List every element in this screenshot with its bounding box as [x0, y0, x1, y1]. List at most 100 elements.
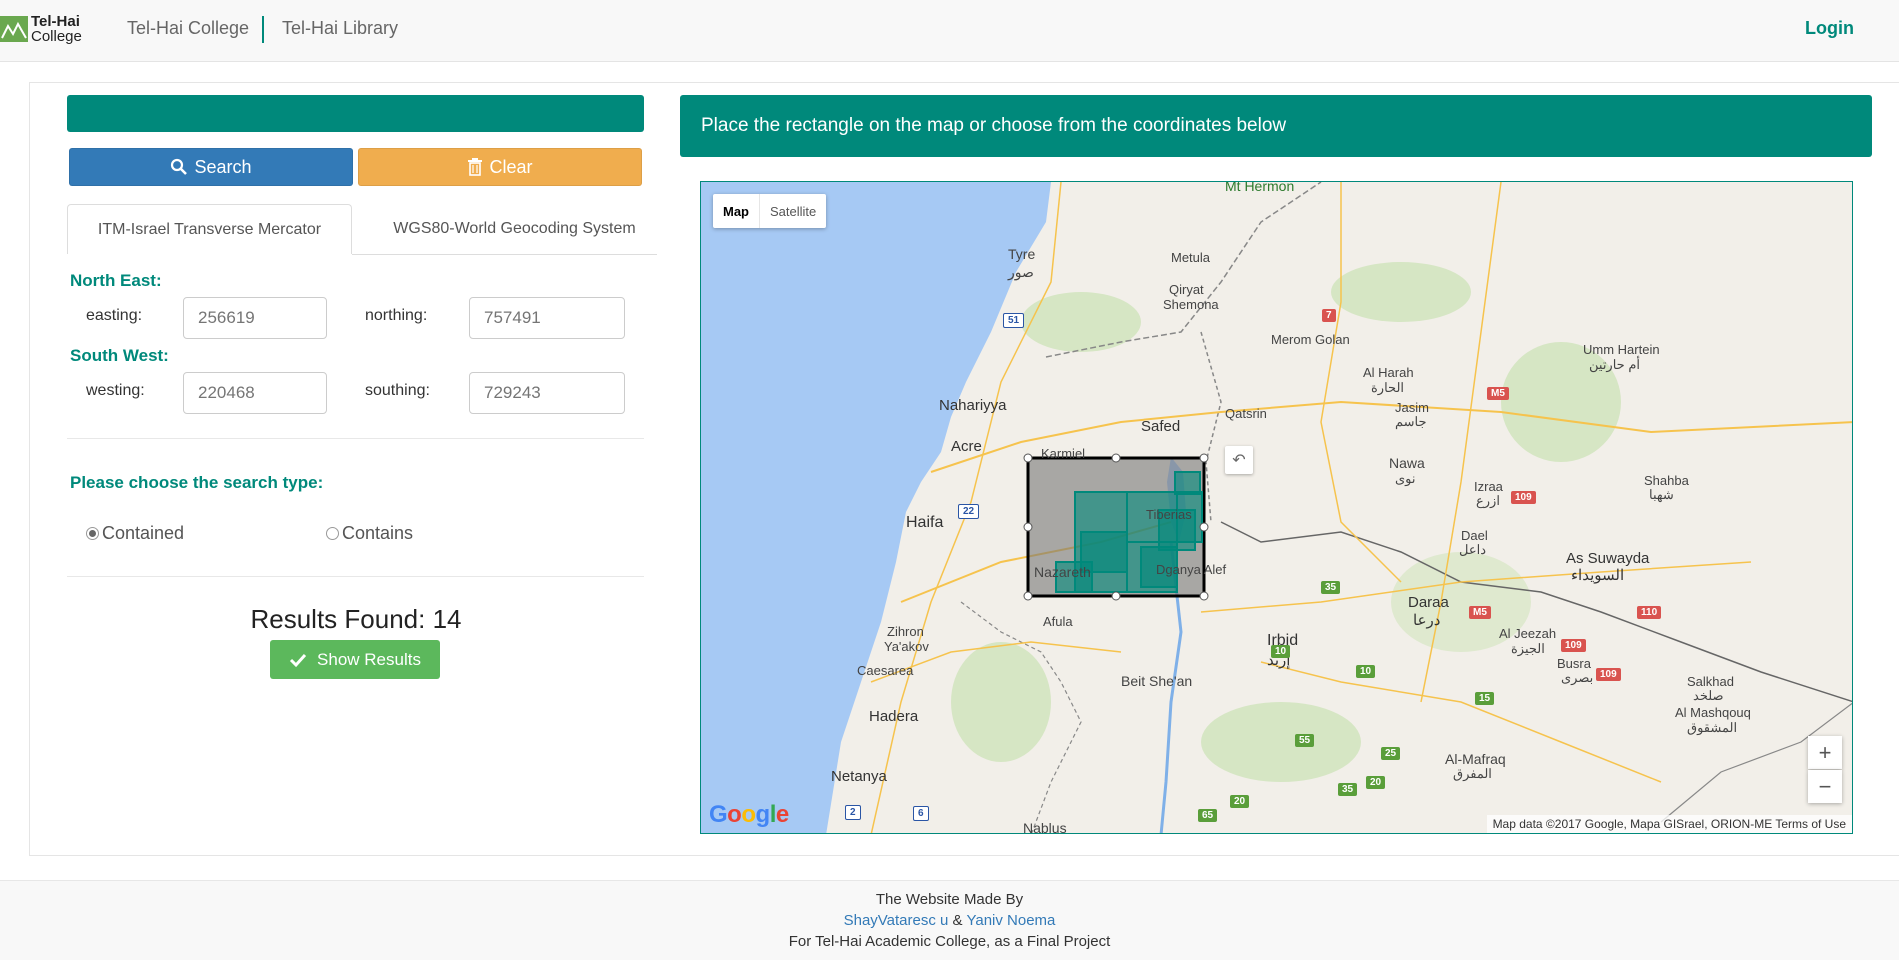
easting-input[interactable] [183, 297, 327, 339]
place-label: Karmiel [1041, 446, 1086, 461]
road-shield: 25 [1381, 747, 1401, 760]
radio-contained-label: Contained [102, 523, 185, 543]
map-view[interactable]: Map Satellite ↶ Mt Hermon Tyre صور Metul… [700, 181, 1853, 834]
map-type-map[interactable]: Map [713, 194, 760, 228]
easting-label: easting: [86, 307, 143, 324]
nav-separator [262, 16, 264, 43]
show-results-button[interactable]: Show Results [270, 640, 440, 679]
southing-input[interactable] [469, 372, 625, 414]
road-shield: 110 [1637, 606, 1662, 619]
radio-contained-dot[interactable] [86, 527, 99, 540]
road-shield: 7 [1322, 309, 1336, 322]
place-label: Shahba [1644, 473, 1689, 488]
place-label: Al Jeezah [1499, 626, 1557, 641]
tab-divider [352, 254, 657, 255]
place-label: Afula [1043, 614, 1073, 629]
place-label: Busra [1557, 656, 1591, 671]
road-shield: 65 [1198, 809, 1218, 822]
place-label: نوى [1395, 471, 1416, 486]
place-label: المشقوق [1687, 720, 1738, 735]
place-label: Tyre [1008, 246, 1036, 262]
place-label: Netanya [831, 768, 887, 785]
college-logo[interactable]: Tel-Hai College [0, 13, 82, 45]
check-icon [289, 653, 307, 667]
footer-authors: ShayVataresc u & Yaniv Noema [0, 910, 1899, 931]
place-label: Qatsrin [1225, 406, 1267, 421]
footer: The Website Made By ShayVataresc u & Yan… [0, 880, 1899, 960]
road-shield: M5 [1469, 606, 1491, 619]
logo-line1: Tel-Hai [31, 13, 80, 30]
author2-link[interactable]: Yaniv Noema [966, 912, 1055, 929]
map-type-control: Map Satellite [713, 194, 827, 228]
road-shield: 109 [1596, 668, 1621, 681]
place-label: Nazareth [1034, 564, 1091, 580]
search-type-label: Please choose the search type: [70, 473, 324, 492]
place-label: Beit She'an [1121, 673, 1193, 689]
place-label: Zihron [887, 624, 924, 639]
tab-itm[interactable]: ITM-Israel Transverse Mercator [67, 204, 352, 254]
place-label: جاسم [1395, 414, 1427, 429]
road-shield: 6 [913, 806, 929, 821]
place-label: Nablus [1023, 820, 1067, 834]
zoom-out-button[interactable]: − [1808, 770, 1842, 803]
trash-icon [468, 158, 483, 176]
top-navbar: Tel-Hai College Tel-Hai College Tel-Hai … [0, 0, 1899, 62]
place-label: Hadera [869, 708, 919, 725]
place-label: Ya'akov [884, 639, 929, 654]
radio-contains[interactable]: Contains [326, 523, 413, 544]
footer-line1: The Website Made By [875, 891, 1024, 908]
map-base-layer [701, 182, 1852, 833]
search-button-label: Search [194, 156, 252, 177]
place-label: السويداء [1571, 567, 1625, 584]
zoom-in-button[interactable]: + [1808, 736, 1842, 769]
place-label: Nahariyya [939, 397, 1007, 414]
road-shield: M5 [1487, 387, 1509, 400]
undo-icon[interactable]: ↶ [1225, 446, 1253, 474]
place-label: Al Mashqouq [1675, 705, 1751, 720]
north-east-label: North East: [70, 271, 162, 290]
place-label: Izraa [1474, 479, 1503, 494]
logo-text: Tel-Hai College [31, 14, 82, 44]
road-shield: 55 [1295, 734, 1315, 747]
place-label: Haifa [906, 514, 944, 531]
road-shield: 20 [1366, 776, 1386, 789]
place-label: Umm Hartein [1583, 342, 1660, 357]
left-panel-header [67, 95, 644, 132]
road-shield: 20 [1230, 795, 1250, 808]
map-type-satellite[interactable]: Satellite [760, 194, 826, 228]
northing-input[interactable] [469, 297, 625, 339]
place-label: ازرع [1476, 493, 1500, 508]
place-label: Jasim [1395, 400, 1429, 415]
place-label: Shemona [1163, 297, 1219, 312]
place-label: Metula [1171, 250, 1211, 265]
road-shield: 22 [958, 504, 980, 519]
nav-link-college[interactable]: Tel-Hai College [127, 18, 249, 39]
place-label: الجيزة [1511, 641, 1545, 656]
place-label: Al-Mafraq [1445, 751, 1506, 767]
clear-button[interactable]: Clear [358, 148, 642, 186]
road-shield: 10 [1271, 645, 1291, 658]
place-label: Al Harah [1363, 365, 1414, 380]
westing-input[interactable] [183, 372, 327, 414]
radio-contains-dot[interactable] [326, 527, 339, 540]
show-results-label: Show Results [317, 649, 421, 669]
place-label: Acre [951, 438, 982, 455]
tab-wgs80[interactable]: WGS80-World Geocoding System [372, 204, 657, 254]
road-shield: 35 [1321, 581, 1341, 594]
place-label: بصرى [1561, 670, 1594, 685]
place-label: داعل [1459, 542, 1487, 557]
radio-contained[interactable]: Contained [86, 523, 184, 544]
logo-mountain-icon [0, 16, 28, 42]
place-label: صلخد [1693, 688, 1724, 703]
south-west-label: South West: [70, 346, 169, 365]
nav-link-library[interactable]: Tel-Hai Library [282, 18, 398, 39]
place-label: المفرق [1453, 766, 1492, 781]
login-link[interactable]: Login [1805, 18, 1854, 39]
search-button[interactable]: Search [69, 148, 353, 186]
westing-label: westing: [86, 382, 145, 399]
map-attribution[interactable]: Map data ©2017 Google, Mapa GISrael, ORI… [1486, 815, 1852, 833]
author1-link[interactable]: ShayVataresc u [844, 912, 949, 929]
place-label: درعا [1413, 612, 1441, 629]
road-shield: 15 [1475, 692, 1495, 705]
clear-button-label: Clear [489, 156, 533, 177]
